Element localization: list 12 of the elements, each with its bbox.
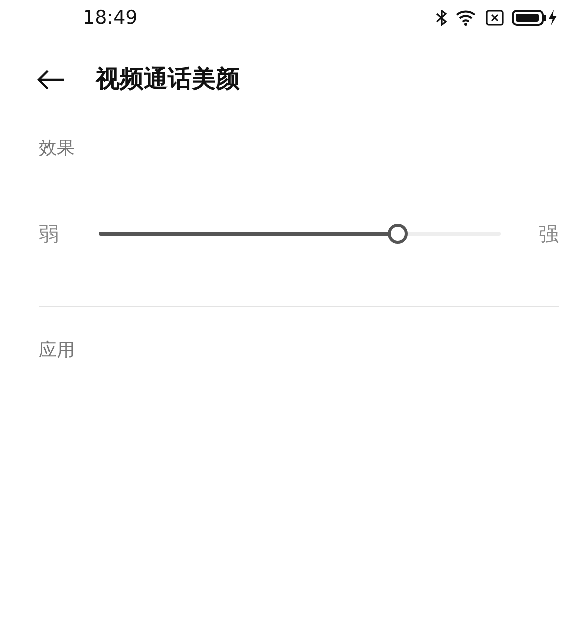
no-sim-icon	[486, 10, 504, 26]
slider-max-label: 强	[539, 221, 559, 248]
battery-charging-icon	[512, 9, 558, 27]
wifi-icon	[456, 10, 478, 26]
back-button[interactable]	[36, 67, 66, 91]
page-title: 视频通话美颜	[96, 64, 240, 95]
section-title: 应用	[38, 339, 76, 363]
slider-min-label: 弱	[39, 221, 59, 248]
section-title: 效果	[38, 137, 76, 161]
slider-thumb[interactable]	[388, 224, 408, 244]
status-time: 18:49	[83, 6, 138, 31]
bluetooth-icon	[436, 10, 448, 26]
